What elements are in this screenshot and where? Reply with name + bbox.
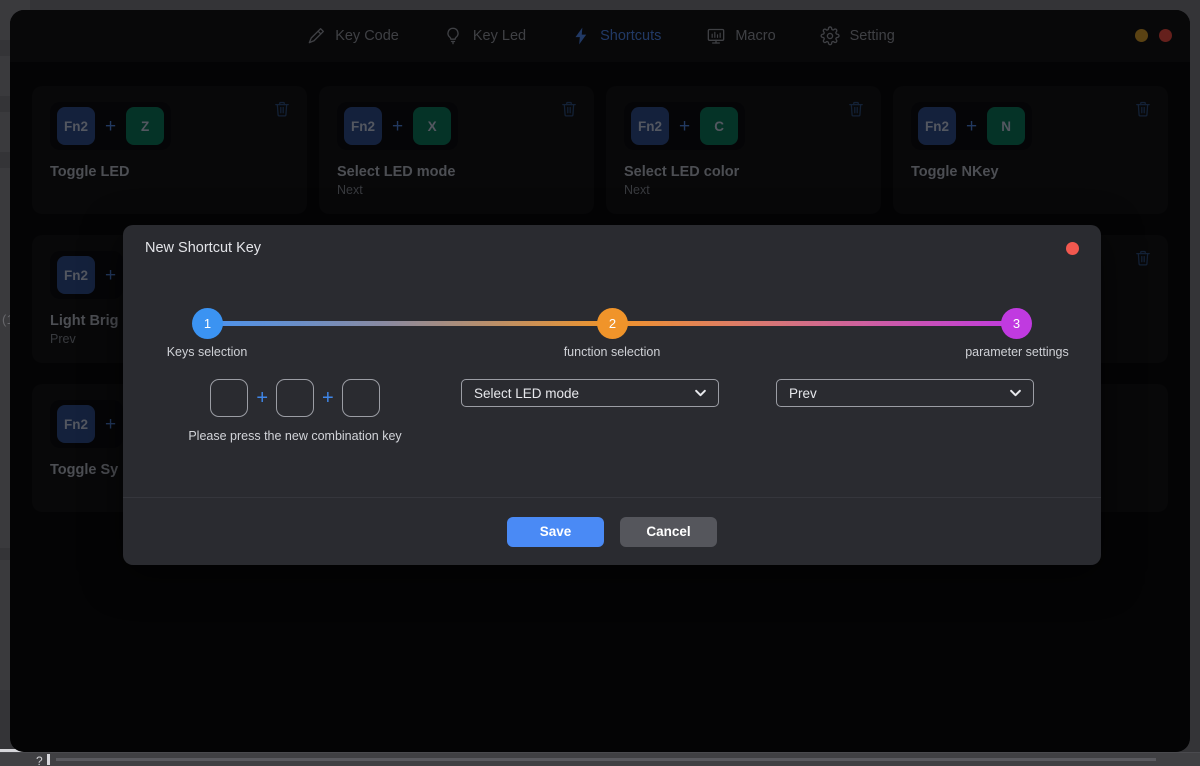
parameter-settings-section: Prev [755,379,1055,407]
cancel-button[interactable]: Cancel [620,516,717,547]
step-number: 3 [1012,316,1021,331]
key-capture-box-2[interactable] [276,379,314,417]
dialog-header: New Shortcut Key [123,225,1101,271]
stepper-step-3[interactable]: 3 [1001,308,1032,339]
stepper-label-2: function selection [563,345,661,359]
new-shortcut-dialog: New Shortcut Key 1 Keys selection 2 func… [123,225,1101,565]
function-select[interactable]: Select LED mode [461,379,719,407]
dialog-body: + + Please press the new combination key… [123,361,1101,471]
keys-selection-section: + + Please press the new combination key [165,379,425,443]
stepper-label-3: parameter settings [965,345,1069,359]
key-capture-boxes: + + [210,379,380,417]
stepper-step-1[interactable]: 1 [192,308,223,339]
parameter-select[interactable]: Prev [776,379,1034,407]
dialog-close-button[interactable] [1066,242,1079,255]
key-capture-box-1[interactable] [210,379,249,417]
plus-separator: + [322,387,334,409]
stepper-label-1: Keys selection [166,345,248,359]
taskbar-cursor [47,754,50,765]
keys-hint-text: Please press the new combination key [188,429,402,443]
step-number: 1 [203,316,212,331]
plus-separator: + [256,387,268,409]
chevron-down-icon [693,386,708,401]
stepper-step-2[interactable]: 2 [597,308,628,339]
chevron-down-icon [1008,386,1023,401]
parameter-select-value: Prev [789,385,817,401]
progress-stepper: 1 Keys selection 2 function selection 3 … [165,299,1069,361]
taskbar-help-marker[interactable]: ? [36,754,43,766]
app-window: Key Code Key Led [10,10,1190,752]
dialog-footer: Save Cancel [123,497,1101,565]
function-select-value: Select LED mode [474,385,580,401]
save-button[interactable]: Save [507,516,604,547]
taskbar-track [56,758,1156,761]
taskbar[interactable]: ? [0,752,1200,766]
step-number: 2 [608,316,617,331]
desktop-backdrop: (1 ? Key Code [0,0,1200,766]
function-selection-section: Select LED mode [425,379,755,407]
key-capture-box-3[interactable] [341,379,380,417]
dialog-title: New Shortcut Key [145,240,262,256]
